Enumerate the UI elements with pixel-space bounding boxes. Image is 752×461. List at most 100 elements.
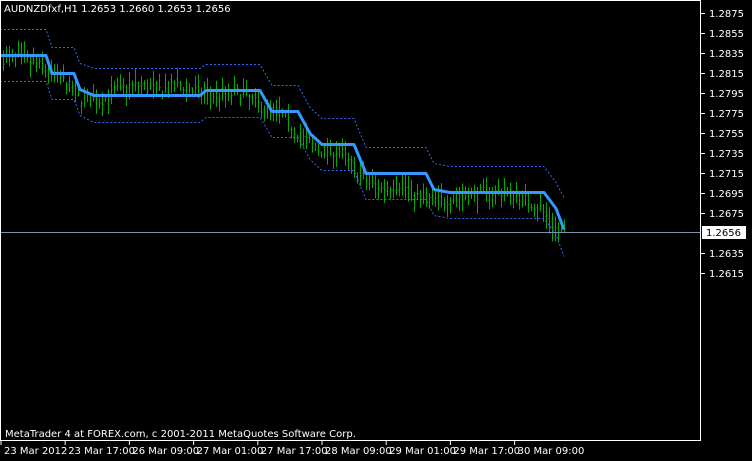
- candle: [545, 202, 548, 229]
- candle: [95, 89, 98, 114]
- candle: [194, 76, 197, 97]
- price-chart[interactable]: AUDNZDfxf,H1 1.2653 1.2660 1.2653 1.2656…: [0, 0, 752, 461]
- price-tick-label: 1.2875: [709, 9, 744, 20]
- candle: [293, 127, 296, 143]
- mid-line: [0, 54, 566, 231]
- candle: [446, 194, 449, 217]
- price-tick-label: 1.2795: [709, 89, 744, 100]
- candle: [110, 75, 113, 105]
- time-tick-label: 23 Mar 17:00: [68, 446, 135, 457]
- candle: [92, 84, 95, 102]
- candle: [23, 41, 26, 63]
- candle: [551, 212, 554, 242]
- candle: [302, 128, 305, 147]
- candle: [158, 73, 161, 92]
- candle: [458, 187, 461, 212]
- candle: [527, 192, 530, 213]
- candle: [143, 80, 146, 91]
- price-tick-label: 1.2775: [709, 109, 744, 120]
- candle: [170, 73, 173, 93]
- candle: [377, 179, 380, 200]
- candle: [419, 189, 422, 208]
- candle: [215, 80, 218, 108]
- candle: [422, 183, 425, 205]
- candle: [29, 56, 32, 78]
- candle: [287, 103, 290, 132]
- candle: [242, 78, 245, 98]
- candle: [173, 80, 176, 92]
- candle: [356, 172, 359, 184]
- candle: [452, 193, 455, 204]
- candle: [119, 74, 122, 92]
- price-tick-label: 1.2835: [709, 49, 744, 60]
- chart-canvas[interactable]: 1.2875 1.2855 1.2835 1.2815 1.2795 1.2775 1.27…: [0, 0, 752, 461]
- chart-frame: [0, 0, 701, 441]
- price-tick-label: 1.2855: [709, 29, 744, 40]
- candle: [80, 100, 83, 115]
- candle: [461, 183, 464, 212]
- price-tick-label: 1.2755: [709, 129, 744, 140]
- candle: [455, 187, 458, 208]
- time-tick-label: 23 Mar 2012: [4, 446, 67, 457]
- candle: [404, 173, 407, 199]
- candle: [536, 203, 539, 222]
- candle: [68, 75, 71, 93]
- candle: [290, 126, 293, 139]
- time-tick-label: 27 Mar 01:00: [197, 446, 264, 457]
- candle: [134, 68, 137, 92]
- candle: [395, 176, 398, 196]
- candle: [320, 151, 323, 159]
- candle: [314, 142, 317, 151]
- time-tick-label: 26 Mar 09:00: [132, 446, 199, 457]
- price-tick-label: 1.2735: [709, 149, 744, 160]
- time-axis: 23 Mar 2012 23 Mar 17:0026 Mar 09:0027 Ma…: [0, 440, 584, 457]
- candle: [368, 174, 371, 191]
- candle: [230, 89, 233, 106]
- candle: [416, 184, 419, 200]
- candle: [248, 94, 251, 111]
- candle: [107, 88, 110, 114]
- candle: [44, 64, 47, 79]
- price-tick-label: 1.2815: [709, 69, 744, 80]
- candle: [317, 143, 320, 157]
- candle: [260, 101, 263, 119]
- price-tick-label: 1.2715: [709, 169, 744, 180]
- candle: [386, 180, 389, 196]
- candle: [548, 207, 551, 234]
- time-tick-label: 27 Mar 17:00: [261, 446, 328, 457]
- candle: [2, 50, 5, 71]
- price-tick-label: 1.2615: [709, 269, 744, 280]
- candle: [35, 55, 38, 73]
- candle: [350, 155, 353, 175]
- candle: [299, 124, 302, 149]
- candle: [533, 203, 536, 217]
- candle: [257, 90, 260, 113]
- candle: [530, 203, 533, 212]
- candle: [410, 179, 413, 202]
- candle: [371, 169, 374, 188]
- candle: [407, 176, 410, 202]
- candle: [392, 179, 395, 198]
- candle: [440, 183, 443, 208]
- candle: [554, 216, 557, 242]
- candle: [485, 177, 488, 202]
- candle: [239, 93, 242, 107]
- copyright-notice: MetaTrader 4 at FOREX.com, c 2001-2011 M…: [5, 429, 356, 440]
- candle: [539, 192, 542, 212]
- candle: [503, 178, 506, 202]
- candle: [443, 197, 446, 212]
- time-tick-label: 29 Mar 17:00: [453, 446, 520, 457]
- candle: [359, 162, 362, 187]
- candle: [227, 83, 230, 102]
- candle: [467, 187, 470, 206]
- candle: [98, 97, 101, 109]
- price-tick-label: 1.2695: [709, 189, 744, 200]
- candle: [389, 186, 392, 199]
- candle: [326, 138, 329, 165]
- candle: [494, 185, 497, 205]
- time-tick-label: 29 Mar 01:00: [389, 446, 456, 457]
- candle: [542, 204, 545, 222]
- candle: [113, 80, 116, 95]
- candle: [401, 173, 404, 196]
- candle: [374, 174, 377, 199]
